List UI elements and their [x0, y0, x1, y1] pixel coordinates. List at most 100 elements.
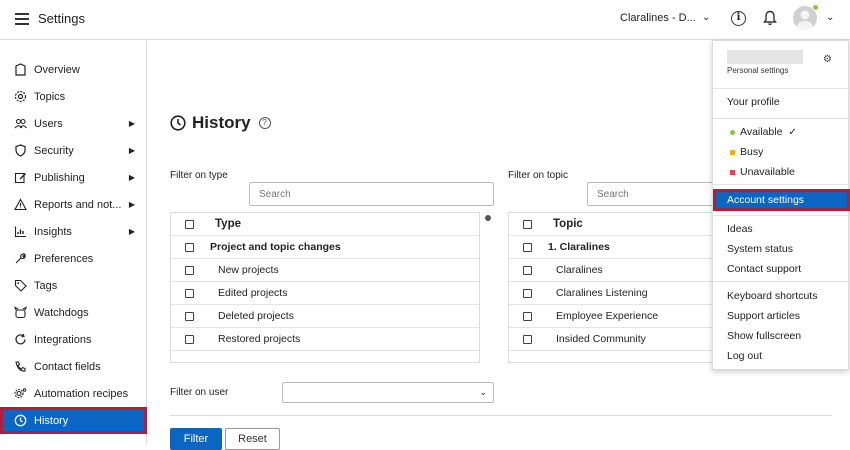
- row-label: Insided Community: [556, 333, 646, 345]
- sidebar-item-preferences[interactable]: Preferences: [0, 245, 147, 272]
- filter-user-label: Filter on user: [170, 387, 229, 398]
- watchdog-icon: [14, 306, 27, 319]
- checkbox[interactable]: [185, 242, 194, 252]
- divider: [713, 281, 850, 282]
- gear-icon[interactable]: ⚙: [823, 54, 832, 65]
- sidebar-item-contact-fields[interactable]: Contact fields: [0, 353, 147, 380]
- sidebar-item-history[interactable]: History: [0, 407, 147, 434]
- menu-item-show-fullscreen[interactable]: Show fullscreen: [727, 330, 801, 342]
- menu-item-support-articles[interactable]: Support articles: [727, 310, 800, 322]
- sidebar-item-label: Integrations: [34, 333, 92, 346]
- menu-item-ideas[interactable]: Ideas: [727, 223, 753, 235]
- checkbox[interactable]: [523, 219, 532, 229]
- checkbox[interactable]: [185, 265, 194, 275]
- chevron-right-icon[interactable]: ▶: [129, 227, 135, 236]
- status-label: Unavailable: [740, 166, 795, 178]
- refresh-icon: [14, 333, 27, 346]
- sidebar-item-overview[interactable]: Overview: [0, 56, 147, 83]
- info-icon[interactable]: i: [731, 11, 746, 26]
- contact-icon: [14, 360, 27, 373]
- account-settings-item[interactable]: Account settings: [713, 189, 850, 211]
- filter-type-label: Filter on type: [170, 170, 228, 181]
- clock-icon: [14, 414, 27, 427]
- checkbox[interactable]: [523, 265, 532, 275]
- user-select[interactable]: ⌄: [282, 382, 494, 403]
- row-label: 1. Claralines: [548, 241, 610, 253]
- menu-item-contact-support[interactable]: Contact support: [727, 263, 801, 275]
- chevron-down-icon[interactable]: ⌄: [826, 12, 834, 23]
- account-settings-label: Account settings: [727, 194, 805, 206]
- your-profile-item[interactable]: Your profile: [727, 96, 780, 108]
- table-row: Claralines Listening: [509, 282, 717, 305]
- checkbox[interactable]: [523, 334, 532, 344]
- sidebar-item-label: Security: [34, 144, 74, 157]
- status-dot-icon: [730, 169, 735, 175]
- filter-button[interactable]: Filter: [170, 428, 222, 450]
- chevron-right-icon[interactable]: ▶: [129, 173, 135, 182]
- sidebar-item-insights[interactable]: Insights ▶: [0, 218, 147, 245]
- menu-icon[interactable]: [15, 13, 29, 25]
- menu-item-keyboard-shortcuts[interactable]: Keyboard shortcuts: [727, 290, 817, 302]
- status-busy[interactable]: Busy: [730, 146, 763, 158]
- checkbox[interactable]: [185, 334, 194, 344]
- personal-settings-link[interactable]: Personal settings: [727, 66, 788, 75]
- help-icon[interactable]: ?: [258, 117, 271, 129]
- divider: [713, 88, 850, 89]
- chart-icon: [14, 225, 27, 238]
- checkbox[interactable]: [185, 311, 194, 321]
- sidebar-item-label: Watchdogs: [34, 306, 89, 319]
- tag-icon: [14, 279, 27, 292]
- status-dot-icon: [730, 129, 735, 135]
- online-status-dot: [812, 4, 819, 11]
- sidebar: Overview Topics Users ▶ Security ▶ Publishing ▶…: [0, 41, 147, 445]
- sidebar-item-topics[interactable]: Topics: [0, 83, 147, 110]
- sidebar-item-label: Automation recipes: [34, 387, 129, 400]
- checkbox[interactable]: [523, 242, 532, 252]
- sidebar-item-label: Reports and not...: [34, 198, 122, 211]
- menu-item-log-out[interactable]: Log out: [727, 350, 762, 362]
- sidebar-item-security[interactable]: Security ▶: [0, 137, 147, 164]
- table-row: Deleted projects: [171, 305, 479, 328]
- page-title: History ?: [170, 113, 271, 133]
- topic-search-input[interactable]: [587, 182, 715, 206]
- user-name-redacted: [727, 50, 803, 64]
- sidebar-item-reports-and-not[interactable]: Reports and not... ▶: [0, 191, 147, 218]
- sidebar-item-integrations[interactable]: Integrations: [0, 326, 147, 353]
- chevron-right-icon[interactable]: ▶: [129, 200, 135, 209]
- sidebar-item-label: Publishing: [34, 171, 85, 184]
- sidebar-item-users[interactable]: Users ▶: [0, 110, 147, 137]
- sidebar-item-label: Contact fields: [34, 360, 101, 373]
- sidebar-item-label: History: [34, 414, 69, 427]
- scrollbar-handle[interactable]: [485, 215, 491, 221]
- divider: [713, 215, 850, 216]
- row-label: Project and topic changes: [210, 241, 341, 253]
- clock-icon: [170, 115, 186, 131]
- table-row: Employee Experience: [509, 305, 717, 328]
- status-unavailable[interactable]: Unavailable: [730, 166, 795, 178]
- page-title-text: History: [192, 113, 251, 132]
- status-available[interactable]: Available ✓: [730, 126, 797, 138]
- sidebar-item-tags[interactable]: Tags: [0, 272, 147, 299]
- chevron-right-icon[interactable]: ▶: [129, 146, 135, 155]
- row-label: Claralines: [556, 264, 603, 276]
- check-icon: ✓: [788, 126, 797, 138]
- checkbox[interactable]: [185, 219, 194, 229]
- row-label: New projects: [218, 264, 279, 276]
- sidebar-item-watchdogs[interactable]: Watchdogs: [0, 299, 147, 326]
- type-search-input[interactable]: [249, 182, 494, 206]
- reset-button[interactable]: Reset: [225, 428, 280, 450]
- bell-icon[interactable]: [763, 10, 777, 26]
- checkbox[interactable]: [523, 311, 532, 321]
- users-icon: [14, 117, 27, 130]
- sidebar-item-publishing[interactable]: Publishing ▶: [0, 164, 147, 191]
- checkbox[interactable]: [523, 288, 532, 298]
- menu-item-system-status[interactable]: System status: [727, 243, 793, 255]
- checkbox[interactable]: [185, 288, 194, 298]
- sidebar-item-label: Preferences: [34, 252, 94, 265]
- sidebar-item-label: Tags: [34, 279, 58, 292]
- sidebar-item-label: Users: [34, 117, 63, 130]
- sidebar-item-automation-recipes[interactable]: Automation recipes: [0, 380, 147, 407]
- chevron-right-icon[interactable]: ▶: [129, 119, 135, 128]
- project-selector[interactable]: Claralines - D...: [620, 12, 696, 24]
- chevron-down-icon[interactable]: ⌄: [702, 12, 710, 23]
